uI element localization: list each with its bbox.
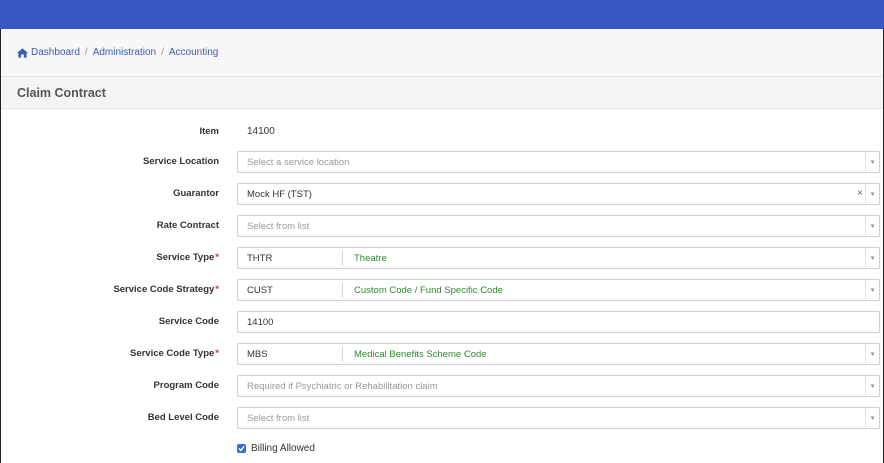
chevron-down-icon[interactable]: ▾ xyxy=(865,152,879,172)
top-navbar xyxy=(0,0,884,29)
breadcrumb-dashboard[interactable]: Dashboard xyxy=(31,47,80,58)
service-code-input[interactable]: 14100 xyxy=(237,311,880,333)
bed-level-code-select[interactable]: Select from list ▾ xyxy=(237,407,880,429)
breadcrumb-administration[interactable]: Administration xyxy=(93,47,156,58)
page-title: Claim Contract xyxy=(17,86,106,100)
service-code-value: 14100 xyxy=(247,317,274,328)
service-code-strategy-label-text: Service Code Strategy xyxy=(113,284,215,295)
program-code-select[interactable]: Required if Psychiatric or Rehabilitatio… xyxy=(237,375,880,397)
breadcrumb: Dashboard / Administration / Accounting xyxy=(17,47,218,58)
service-code-strategy-select[interactable]: CUST Custom Code / Fund Specific Code ▾ xyxy=(237,279,880,301)
chevron-down-icon[interactable]: ▾ xyxy=(865,184,879,204)
bed-level-code-row: Bed Level Code Select from list ▾ xyxy=(0,407,884,429)
chevron-down-icon[interactable]: ▾ xyxy=(865,408,879,428)
service-type-row: Service Type* THTR Theatre ▾ xyxy=(0,247,884,269)
chevron-down-icon[interactable]: ▾ xyxy=(865,344,879,364)
rate-contract-placeholder: Select from list xyxy=(247,221,310,232)
billing-allowed-row: Billing Allowed xyxy=(237,443,315,454)
service-location-select[interactable]: Select a service location ▾ xyxy=(237,151,880,173)
chevron-down-icon[interactable]: ▾ xyxy=(865,248,879,268)
item-value: 14100 xyxy=(247,126,275,137)
service-code-strategy-label: Service Code Strategy* xyxy=(113,284,219,295)
item-row: Item 14100 xyxy=(0,121,884,143)
service-code-type-code: MBS xyxy=(247,349,268,360)
service-code-type-description: Medical Benefits Scheme Code xyxy=(354,349,487,360)
service-code-type-select[interactable]: MBS Medical Benefits Scheme Code ▾ xyxy=(237,343,880,365)
breadcrumb-accounting[interactable]: Accounting xyxy=(169,47,218,58)
bed-level-code-placeholder: Select from list xyxy=(247,413,310,424)
service-code-label: Service Code xyxy=(158,316,219,327)
chevron-down-icon[interactable]: ▾ xyxy=(865,216,879,236)
service-type-code: THTR xyxy=(247,253,273,264)
service-type-label-text: Service Type xyxy=(156,252,215,263)
item-label: Item xyxy=(199,126,219,137)
field-divider xyxy=(342,283,343,298)
chevron-down-icon[interactable]: ▾ xyxy=(865,376,879,396)
chevron-down-icon[interactable]: ▾ xyxy=(865,280,879,300)
required-marker: * xyxy=(215,284,219,295)
field-divider xyxy=(342,251,343,266)
clear-icon[interactable]: × xyxy=(857,188,863,199)
required-marker: * xyxy=(215,252,219,263)
service-type-select[interactable]: THTR Theatre ▾ xyxy=(237,247,880,269)
checkmark-icon xyxy=(238,445,245,452)
program-code-row: Program Code Required if Psychiatric or … xyxy=(0,375,884,397)
service-code-strategy-code: CUST xyxy=(247,285,273,296)
service-type-label: Service Type* xyxy=(156,252,219,263)
service-code-type-label-text: Service Code Type xyxy=(129,348,215,359)
field-divider xyxy=(342,347,343,362)
guarantor-value: Mock HF (TST) xyxy=(247,189,312,200)
guarantor-label: Guarantor xyxy=(173,188,219,199)
billing-allowed-checkbox[interactable] xyxy=(237,444,246,453)
breadcrumb-separator: / xyxy=(161,47,164,58)
service-type-description: Theatre xyxy=(354,253,387,264)
service-code-strategy-row: Service Code Strategy* CUST Custom Code … xyxy=(0,279,884,301)
service-location-label: Service Location xyxy=(142,156,219,167)
service-code-strategy-description: Custom Code / Fund Specific Code xyxy=(354,285,503,296)
service-location-placeholder: Select a service location xyxy=(247,157,350,168)
rate-contract-row: Rate Contract Select from list ▾ xyxy=(0,215,884,237)
service-code-row: Service Code 14100 xyxy=(0,311,884,333)
program-code-label: Program Code xyxy=(153,380,219,391)
service-location-row: Service Location Select a service locati… xyxy=(0,151,884,173)
breadcrumb-bar: Dashboard / Administration / Accounting xyxy=(1,29,883,77)
guarantor-select[interactable]: Mock HF (TST) × ▾ xyxy=(237,183,880,205)
guarantor-row: Guarantor Mock HF (TST) × ▾ xyxy=(0,183,884,205)
rate-contract-label: Rate Contract xyxy=(156,220,219,231)
rate-contract-select[interactable]: Select from list ▾ xyxy=(237,215,880,237)
bed-level-code-label: Bed Level Code xyxy=(147,412,219,423)
home-icon[interactable] xyxy=(17,47,28,58)
program-code-placeholder: Required if Psychiatric or Rehabilitatio… xyxy=(247,381,438,392)
service-code-type-label: Service Code Type* xyxy=(130,348,219,359)
title-bar: Claim Contract xyxy=(1,77,883,109)
billing-allowed-label[interactable]: Billing Allowed xyxy=(251,443,315,454)
breadcrumb-separator: / xyxy=(84,47,88,58)
required-marker: * xyxy=(215,348,219,359)
service-code-type-row: Service Code Type* MBS Medical Benefits … xyxy=(0,343,884,365)
